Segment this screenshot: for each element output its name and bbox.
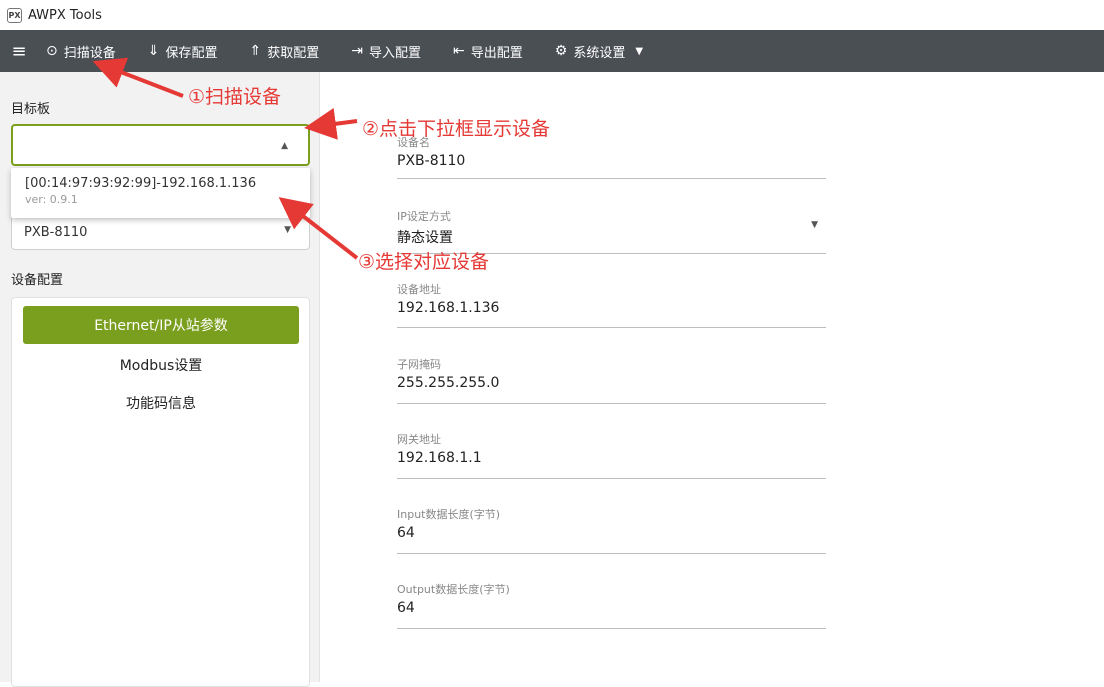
import-config-label: 导入配置 [368,45,421,61]
ip-mode-value: 静态设置 [397,230,453,246]
window-title: AWPX Tools [28,7,102,23]
device-dropdown-option[interactable]: [00:14:97:93:92:99]-192.168.1.136 ver: 0… [11,168,310,218]
subnet-mask-label: 子网掩码 [397,358,441,371]
output-length-value: 64 [397,600,415,616]
app-logo-icon: PX [7,7,22,23]
fetch-config-label: 获取配置 [267,45,320,61]
title-bar: PX AWPX Tools [0,0,1104,30]
annotation-step1: ①扫描设备 [188,86,282,108]
settings-icon: ⚙ [554,43,568,59]
hamburger-menu-icon[interactable]: ≡ [0,30,38,72]
scan-device-label: 扫描设备 [63,45,116,61]
device-address-value: 192.168.1.136 [397,300,500,316]
export-config-button[interactable]: ⇤ 导出配置 [445,30,531,72]
device-model-value: PXB-8110 [24,225,88,240]
gateway-value: 192.168.1.1 [397,450,482,466]
device-name-value: PXB-8110 [397,153,466,169]
system-settings-label: 系统设置 [573,45,626,61]
gateway-label: 网关地址 [397,433,441,446]
save-config-button[interactable]: ⇓ 保存配置 [140,30,226,72]
target-board-select[interactable]: ▲ [11,124,310,166]
scan-device-button[interactable]: ⊙ 扫描设备 [38,30,124,72]
save-icon: ⇓ [147,43,160,59]
caret-up-icon: ▲ [281,141,288,151]
annotation-step3: ③选择对应设备 [358,251,490,273]
nav-function-code[interactable]: 功能码信息 [23,388,299,418]
caret-down-icon: ▼ [284,225,291,235]
annotation-step2: ②点击下拉框显示设备 [362,118,551,140]
target-board-label: 目标板 [11,102,51,117]
import-config-button[interactable]: ⇥ 导入配置 [343,30,429,72]
export-config-label: 导出配置 [470,45,523,61]
export-icon: ⇤ [453,43,465,59]
scan-icon: ⊙ [46,43,58,59]
input-length-value: 64 [397,525,415,541]
import-icon: ⇥ [351,43,363,59]
save-config-label: 保存配置 [165,45,218,61]
system-settings-button[interactable]: ⚙ 系统设置 ▼ [547,30,651,72]
device-address-label: 设备地址 [397,283,441,296]
left-panel: 目标板 ▲ PXB-8110 ▼ [00:14:97:93:92:99]-192… [0,72,320,687]
caret-down-icon: ▼ [635,45,644,57]
config-nav: Ethernet/IP从站参数 Modbus设置 功能码信息 [11,297,310,687]
fetch-config-button[interactable]: ⇑ 获取配置 [242,30,328,72]
ip-mode-label: IP设定方式 [397,210,451,223]
nav-modbus[interactable]: Modbus设置 [23,350,299,380]
subnet-mask-value: 255.255.255.0 [397,375,500,391]
fetch-icon: ⇑ [249,43,262,59]
output-length-label: Output数据长度(字节) [397,583,510,596]
device-config-label: 设备配置 [11,273,64,288]
device-address-field[interactable]: 设备地址 192.168.1.136 [397,281,826,328]
caret-down-icon: ▼ [811,220,818,230]
toolbar: ≡ ⊙ 扫描设备 ⇓ 保存配置 ⇑ 获取配置 ⇥ 导入配置 ⇤ 导出配置 ⚙ 系… [0,30,1104,72]
input-length-field[interactable]: Input数据长度(字节) 64 [397,506,826,554]
gateway-field[interactable]: 网关地址 192.168.1.1 [397,431,826,479]
input-length-label: Input数据长度(字节) [397,508,501,521]
device-option-version: ver: 0.9.1 [25,193,78,206]
output-length-field[interactable]: Output数据长度(字节) 64 [397,581,826,629]
device-option-address: [00:14:97:93:92:99]-192.168.1.136 [25,176,257,191]
nav-ethernet-ip[interactable]: Ethernet/IP从站参数 [23,306,299,344]
subnet-mask-field[interactable]: 子网掩码 255.255.255.0 [397,356,826,404]
